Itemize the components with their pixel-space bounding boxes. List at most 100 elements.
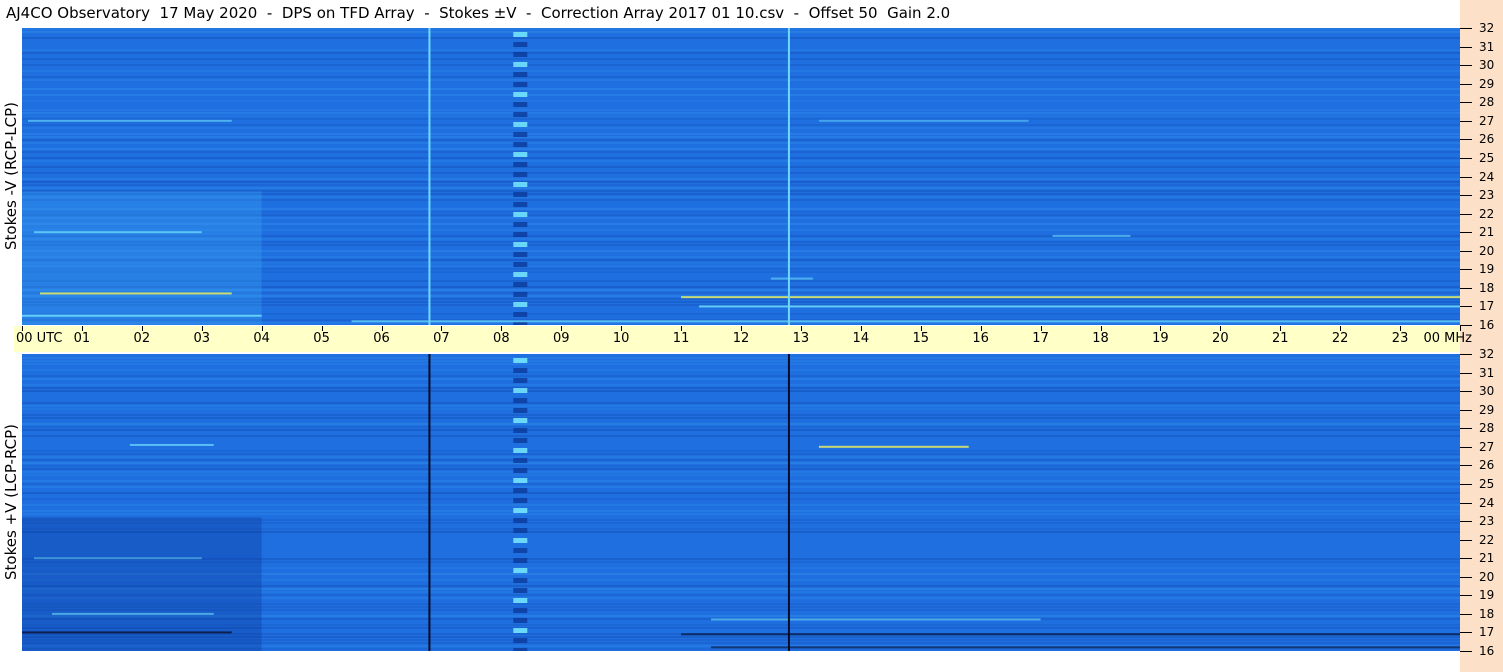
signal-streak (39, 292, 232, 295)
frequency-label: 26 (1479, 458, 1495, 473)
interference-segment (513, 182, 528, 187)
signal-streak (1052, 234, 1131, 237)
noise-row (22, 58, 1460, 60)
time-tick-mark (81, 326, 83, 331)
time-label: 03 (193, 331, 211, 346)
noise-row (22, 498, 1460, 500)
noise-row (22, 459, 1460, 461)
time-label: 21 (1271, 331, 1289, 346)
noise-row (22, 372, 1460, 374)
noise-row (22, 513, 1460, 515)
interference-segment (513, 32, 528, 37)
interference-segment (513, 282, 528, 287)
time-tick-mark (561, 326, 563, 331)
noise-row (22, 70, 1460, 72)
signal-streak (351, 320, 1460, 323)
noise-row (22, 37, 1460, 39)
noise-row (22, 169, 1460, 171)
noise-row (22, 55, 1460, 57)
time-tick-mark (1400, 326, 1402, 331)
frequency-tick (1460, 83, 1472, 85)
noise-row (22, 426, 1460, 428)
frequency-label: 31 (1479, 39, 1495, 54)
noise-row (22, 121, 1460, 123)
noise-row (22, 100, 1460, 102)
top-panel-ylabel: Stokes -V (RCP-LCP) (0, 26, 22, 326)
frequency-label: 18 (1479, 606, 1495, 621)
noise-row (22, 157, 1460, 159)
noise-row (22, 399, 1460, 401)
noise-row (22, 423, 1460, 425)
vertical-marker-line (428, 28, 431, 325)
noise-row (22, 103, 1460, 105)
noise-row (22, 154, 1460, 156)
noise-row (22, 384, 1460, 386)
frequency-tick (1460, 613, 1472, 615)
frequency-tick (1460, 483, 1472, 485)
noise-row (22, 178, 1460, 180)
interference-segment (513, 628, 528, 633)
noise-row (22, 504, 1460, 506)
time-label: 01 (73, 331, 91, 346)
frequency-label: 28 (1479, 421, 1495, 436)
frequency-label: 21 (1479, 551, 1495, 566)
noise-row (22, 462, 1460, 464)
interference-segment (513, 192, 528, 197)
noise-row (22, 492, 1460, 494)
frequency-label: 27 (1479, 439, 1495, 454)
signal-streak (818, 119, 1029, 122)
vertical-marker-line (428, 354, 431, 651)
interference-segment (513, 558, 528, 563)
frequency-tick (1460, 139, 1472, 141)
interference-segment (513, 212, 528, 217)
interference-segment (513, 408, 528, 413)
interference-segment (513, 242, 528, 247)
interference-segment (513, 458, 528, 463)
noise-row (22, 160, 1460, 162)
noise-row (22, 387, 1460, 389)
noise-row (22, 501, 1460, 503)
noise-row (22, 435, 1460, 437)
time-tick-mark (1100, 326, 1102, 331)
signal-streak (699, 305, 1460, 308)
noise-row (22, 453, 1460, 455)
interference-segment (513, 72, 528, 77)
top-spectrogram (22, 28, 1460, 325)
frequency-tick (1460, 595, 1472, 597)
noise-row (22, 61, 1460, 63)
interference-segment (513, 102, 528, 107)
noise-row (22, 64, 1460, 66)
frequency-tick (1460, 632, 1472, 634)
frequency-label: 29 (1479, 76, 1495, 91)
noise-row (22, 82, 1460, 84)
bottom-panel-ylabel: Stokes +V (LCP-RCP) (0, 352, 22, 652)
noise-row (22, 112, 1460, 114)
frequency-label: 31 (1479, 365, 1495, 380)
noise-row (22, 432, 1460, 434)
time-tick-mark (1160, 326, 1162, 331)
interference-segment (513, 608, 528, 613)
noise-row (22, 88, 1460, 90)
frequency-label: 22 (1479, 206, 1495, 221)
frequency-label: 23 (1479, 188, 1495, 203)
noise-row (22, 34, 1460, 36)
interference-segment (513, 82, 528, 87)
time-label-last: 00 MHz (1423, 331, 1473, 346)
noise-row (22, 172, 1460, 174)
noise-row (22, 429, 1460, 431)
time-label: 22 (1331, 331, 1349, 346)
time-label: 08 (493, 331, 510, 346)
noise-row (22, 357, 1460, 359)
noise-row (22, 97, 1460, 99)
interference-segment (513, 638, 528, 643)
noise-row (22, 127, 1460, 129)
interference-segment (513, 92, 528, 97)
top-ylabel-text: Stokes -V (RCP-LCP) (2, 102, 20, 250)
interference-segment (513, 388, 528, 393)
interference-segment (513, 62, 528, 67)
signal-streak (33, 231, 202, 234)
time-label: 16 (972, 331, 989, 346)
noise-row (22, 109, 1460, 111)
chart-title: AJ4CO Observatory 17 May 2020 - DPS on T… (0, 0, 1460, 26)
noise-row (22, 393, 1460, 395)
